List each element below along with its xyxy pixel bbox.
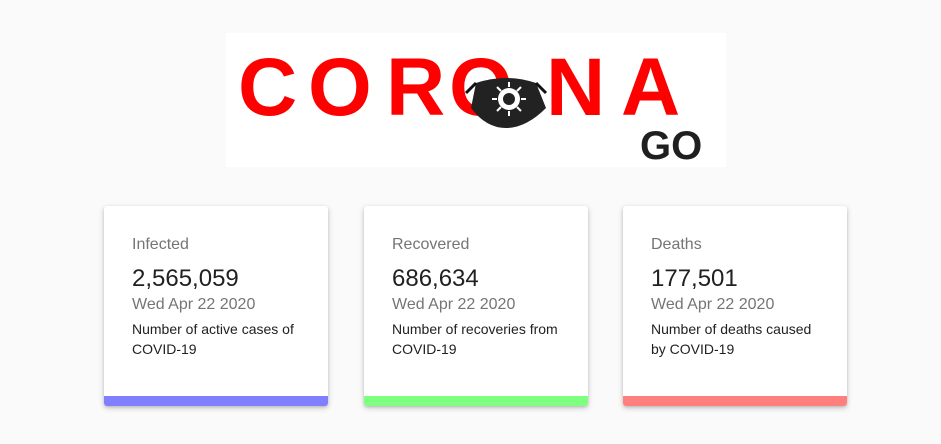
- card-date: Wed Apr 22 2020: [132, 296, 256, 313]
- page: C O R O: [0, 0, 941, 444]
- card-label: Deaths: [651, 236, 702, 253]
- svg-text:GO: GO: [640, 124, 702, 167]
- card-content: Infected 2,565,059 Wed Apr 22 2020 Numbe…: [132, 236, 308, 359]
- deaths-card: Deaths 177,501 Wed Apr 22 2020 Number of…: [623, 206, 847, 406]
- corona-go-logo: C O R O: [226, 33, 726, 167]
- card-label: Recovered: [392, 236, 470, 253]
- recovered-card: Recovered 686,634 Wed Apr 22 2020 Number…: [364, 206, 588, 406]
- infected-card: Infected 2,565,059 Wed Apr 22 2020 Numbe…: [104, 206, 328, 406]
- card-accent-bar: [364, 396, 588, 406]
- card-accent-bar: [623, 396, 847, 406]
- card-description: Number of active cases of COVID-19: [132, 321, 294, 357]
- svg-text:R: R: [386, 42, 445, 133]
- logo-graphic: C O R O: [238, 42, 702, 167]
- card-description: Number of recoveries from COVID-19: [392, 321, 558, 357]
- card-value: 2,565,059: [132, 265, 239, 292]
- svg-text:A: A: [621, 42, 680, 133]
- card-date: Wed Apr 22 2020: [392, 296, 516, 313]
- svg-text:N: N: [546, 42, 605, 133]
- card-date: Wed Apr 22 2020: [651, 296, 775, 313]
- card-label: Infected: [132, 236, 189, 253]
- card-value: 177,501: [651, 265, 738, 292]
- card-description: Number of deaths caused by COVID-19: [651, 321, 812, 357]
- card-accent-bar: [104, 396, 328, 406]
- card-content: Recovered 686,634 Wed Apr 22 2020 Number…: [392, 236, 568, 359]
- svg-text:O: O: [308, 42, 372, 133]
- card-content: Deaths 177,501 Wed Apr 22 2020 Number of…: [651, 236, 827, 359]
- card-value: 686,634: [392, 265, 479, 292]
- svg-text:C: C: [238, 42, 297, 133]
